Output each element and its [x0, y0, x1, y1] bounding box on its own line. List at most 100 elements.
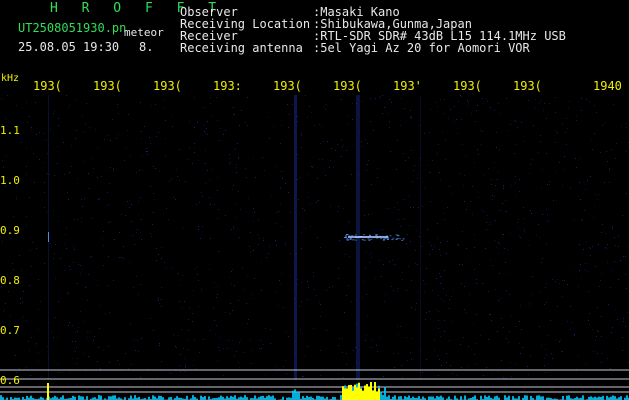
noise-pixel [117, 107, 118, 108]
noise-pixel [562, 185, 563, 186]
noise-pixel [487, 215, 488, 216]
spectrum-bar [438, 396, 440, 400]
noise-pixel [319, 159, 320, 160]
noise-pixel [581, 110, 582, 111]
noise-pixel [301, 147, 302, 148]
spectrum-bar [220, 395, 222, 400]
noise-pixel [57, 337, 58, 338]
noise-pixel [238, 300, 239, 301]
noise-pixel [200, 238, 201, 239]
noise-pixel [377, 177, 378, 178]
noise-pixel [348, 124, 349, 125]
noise-pixel [406, 243, 407, 244]
noise-pixel [439, 249, 440, 250]
noise-pixel [54, 175, 55, 176]
noise-pixel [171, 268, 172, 269]
noise-pixel [498, 371, 499, 372]
noise-pixel [413, 207, 414, 208]
noise-pixel [381, 276, 382, 277]
noise-pixel [135, 350, 136, 351]
noise-pixel [502, 203, 503, 204]
noise-pixel [205, 150, 206, 151]
x-tick-label: 193( [513, 79, 542, 93]
noise-pixel [389, 121, 390, 122]
noise-pixel [428, 165, 429, 166]
noise-pixel [198, 160, 199, 161]
noise-pixel [605, 247, 606, 248]
spectrum-peak-bar [370, 382, 372, 400]
noise-pixel [444, 320, 445, 321]
spectrum-bar [436, 395, 438, 400]
noise-pixel [391, 188, 392, 189]
noise-pixel [201, 290, 202, 291]
noise-pixel [597, 353, 598, 354]
noise-pixel [495, 289, 496, 290]
noise-pixel [556, 171, 557, 172]
spectrum-bar [186, 395, 188, 400]
noise-pixel [194, 97, 195, 98]
noise-pixel [578, 196, 579, 197]
noise-pixel [243, 352, 244, 353]
noise-pixel [415, 250, 416, 251]
noise-pixel [546, 118, 547, 119]
noise-pixel [237, 143, 238, 144]
noise-pixel [166, 267, 167, 268]
noise-pixel [236, 164, 237, 165]
noise-pixel [313, 272, 314, 273]
noise-pixel [461, 119, 462, 120]
noise-pixel [515, 176, 516, 177]
spectrum-bar [384, 386, 386, 400]
noise-pixel [236, 351, 237, 352]
noise-pixel [379, 260, 380, 261]
noise-pixel [238, 158, 239, 159]
spectrum-bar [292, 390, 294, 400]
noise-pixel [492, 265, 493, 266]
noise-pixel [400, 226, 401, 227]
noise-pixel [347, 115, 348, 116]
noise-pixel [515, 182, 516, 183]
noise-pixel [1, 243, 2, 244]
noise-pixel [444, 213, 445, 214]
noise-pixel [276, 245, 277, 246]
noise-pixel [273, 126, 274, 127]
noise-pixel [216, 97, 217, 98]
noise-pixel [141, 338, 142, 339]
noise-pixel [21, 270, 22, 271]
noise-pixel [209, 180, 210, 181]
noise-pixel [520, 237, 521, 238]
noise-pixel [401, 365, 402, 366]
noise-pixel [320, 316, 321, 317]
noise-pixel [406, 337, 407, 338]
x-tick-label: 193( [333, 79, 362, 93]
noise-pixel [371, 252, 372, 253]
noise-pixel [492, 373, 493, 374]
spectrum-bar [590, 396, 592, 400]
noise-pixel [137, 229, 138, 230]
spectrum-bar [412, 396, 414, 400]
noise-pixel [261, 290, 262, 291]
spectrum-peak-bar [352, 390, 354, 400]
noise-pixel [161, 247, 162, 248]
noise-pixel [290, 212, 291, 213]
noise-pixel [108, 346, 109, 347]
noise-pixel [601, 232, 602, 233]
noise-pixel [301, 282, 302, 283]
noise-pixel [2, 241, 3, 242]
noise-pixel [38, 361, 39, 362]
noise-pixel [448, 118, 449, 119]
noise-pixel [571, 322, 572, 323]
noise-pixel [125, 353, 126, 354]
spectrum-bar [388, 395, 390, 400]
noise-pixel [33, 153, 34, 154]
noise-pixel [586, 241, 587, 242]
noise-pixel [507, 249, 508, 250]
noise-pixel [109, 204, 110, 205]
noise-pixel [253, 158, 254, 159]
noise-pixel [29, 350, 30, 351]
noise-pixel [510, 124, 511, 125]
noise-pixel [113, 170, 114, 171]
date-time: 25.08.05 19:30 [18, 40, 120, 54]
noise-pixel [175, 199, 176, 200]
noise-pixel [30, 375, 31, 376]
noise-pixel [579, 270, 580, 271]
